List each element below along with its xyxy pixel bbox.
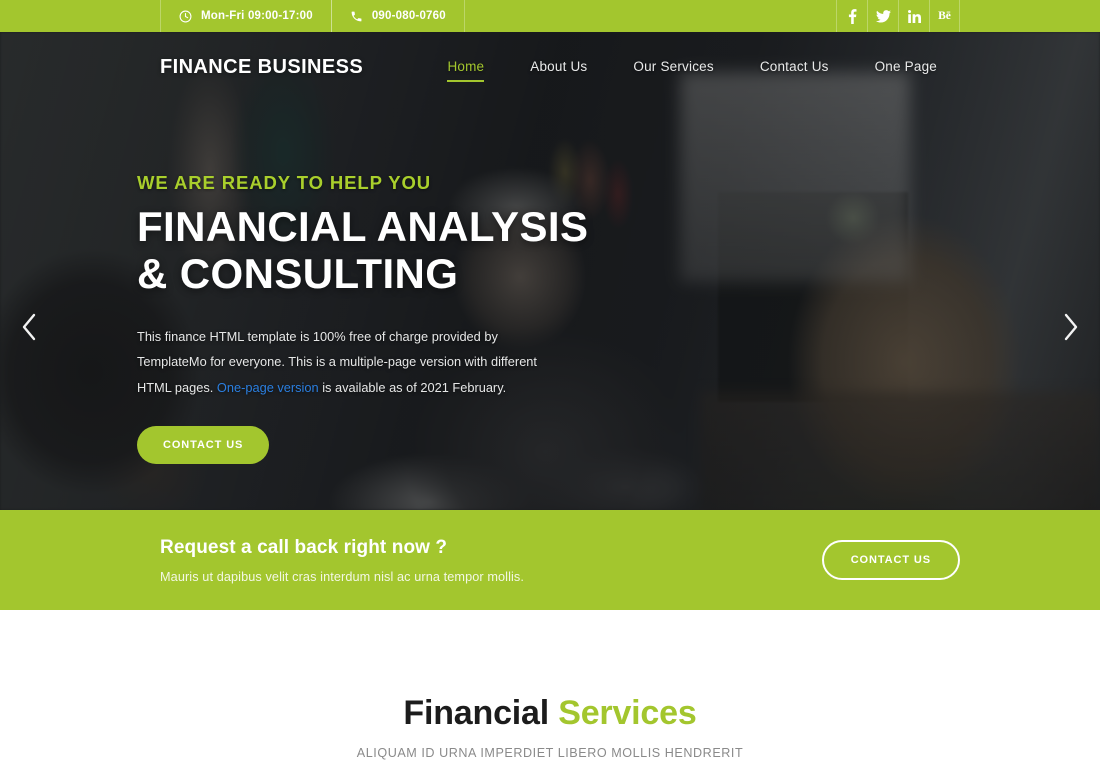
- site-logo[interactable]: FINANCE BUSINESS: [160, 56, 363, 79]
- behance-label: Bē: [938, 10, 951, 22]
- business-hours-text: Mon-Fri 09:00-17:00: [201, 10, 313, 22]
- callback-text-group: Request a call back right now ? Mauris u…: [160, 537, 524, 584]
- phone-number-text: 090-080-0760: [371, 10, 446, 22]
- linkedin-icon[interactable]: [898, 0, 929, 32]
- hero-headline: FINANCIAL ANALYSIS & CONSULTING: [137, 203, 697, 297]
- hero-description: This finance HTML template is 100% free …: [137, 324, 537, 401]
- facebook-icon[interactable]: [836, 0, 867, 32]
- nav-item-contact-us[interactable]: Contact Us: [737, 32, 852, 102]
- hero-headline-line2: & CONSULTING: [137, 249, 459, 297]
- hero-contact-us-button[interactable]: CONTACT US: [137, 426, 270, 465]
- social-links: Bē: [836, 0, 960, 32]
- main-navigation: FINANCE BUSINESS Home About Us Our Servi…: [0, 32, 1100, 102]
- services-title: Financial Services: [403, 694, 696, 733]
- twitter-icon[interactable]: [867, 0, 898, 32]
- behance-icon[interactable]: Bē: [929, 0, 960, 32]
- services-title-highlight: Services: [558, 694, 697, 732]
- business-hours: Mon-Fri 09:00-17:00: [160, 0, 332, 32]
- services-title-dark: Financial: [403, 694, 549, 732]
- callback-title: Request a call back right now ?: [160, 536, 448, 558]
- top-bar-info-group: Mon-Fri 09:00-17:00 090-080-0760: [160, 0, 465, 32]
- nav-item-home[interactable]: Home: [424, 32, 507, 102]
- nav-menu: Home About Us Our Services Contact Us On…: [424, 32, 960, 102]
- hero-carousel: FINANCE BUSINESS Home About Us Our Servi…: [0, 32, 1100, 510]
- financial-services-section: Financial Services Aliquam id urna imper…: [0, 610, 1100, 778]
- hero-description-part2: is available as of 2021 February.: [322, 379, 507, 395]
- clock-icon: [179, 10, 192, 23]
- top-bar: Mon-Fri 09:00-17:00 090-080-0760 Bē: [0, 0, 1100, 32]
- hero-eyebrow: WE ARE READY TO HELP YOU: [137, 172, 432, 193]
- chevron-right-icon[interactable]: [1060, 312, 1082, 342]
- callback-subtitle: Mauris ut dapibus velit cras interdum ni…: [160, 569, 525, 584]
- request-callback-band: Request a call back right now ? Mauris u…: [0, 510, 1100, 610]
- nav-item-about-us[interactable]: About Us: [507, 32, 610, 102]
- chevron-left-icon[interactable]: [18, 312, 40, 342]
- phone-number[interactable]: 090-080-0760: [330, 0, 465, 32]
- nav-item-our-services[interactable]: Our Services: [610, 32, 736, 102]
- one-page-version-link[interactable]: One-page version: [217, 380, 319, 395]
- nav-item-one-page[interactable]: One Page: [852, 32, 960, 102]
- phone-icon: [350, 10, 363, 23]
- hero-headline-line1: FINANCIAL ANALYSIS: [137, 203, 589, 250]
- services-subtitle: Aliquam id urna imperdiet libero mollis …: [356, 746, 744, 760]
- hero-content: WE ARE READY TO HELP YOU FINANCIAL ANALY…: [137, 172, 697, 465]
- callback-contact-us-button[interactable]: CONTACT US: [821, 540, 960, 580]
